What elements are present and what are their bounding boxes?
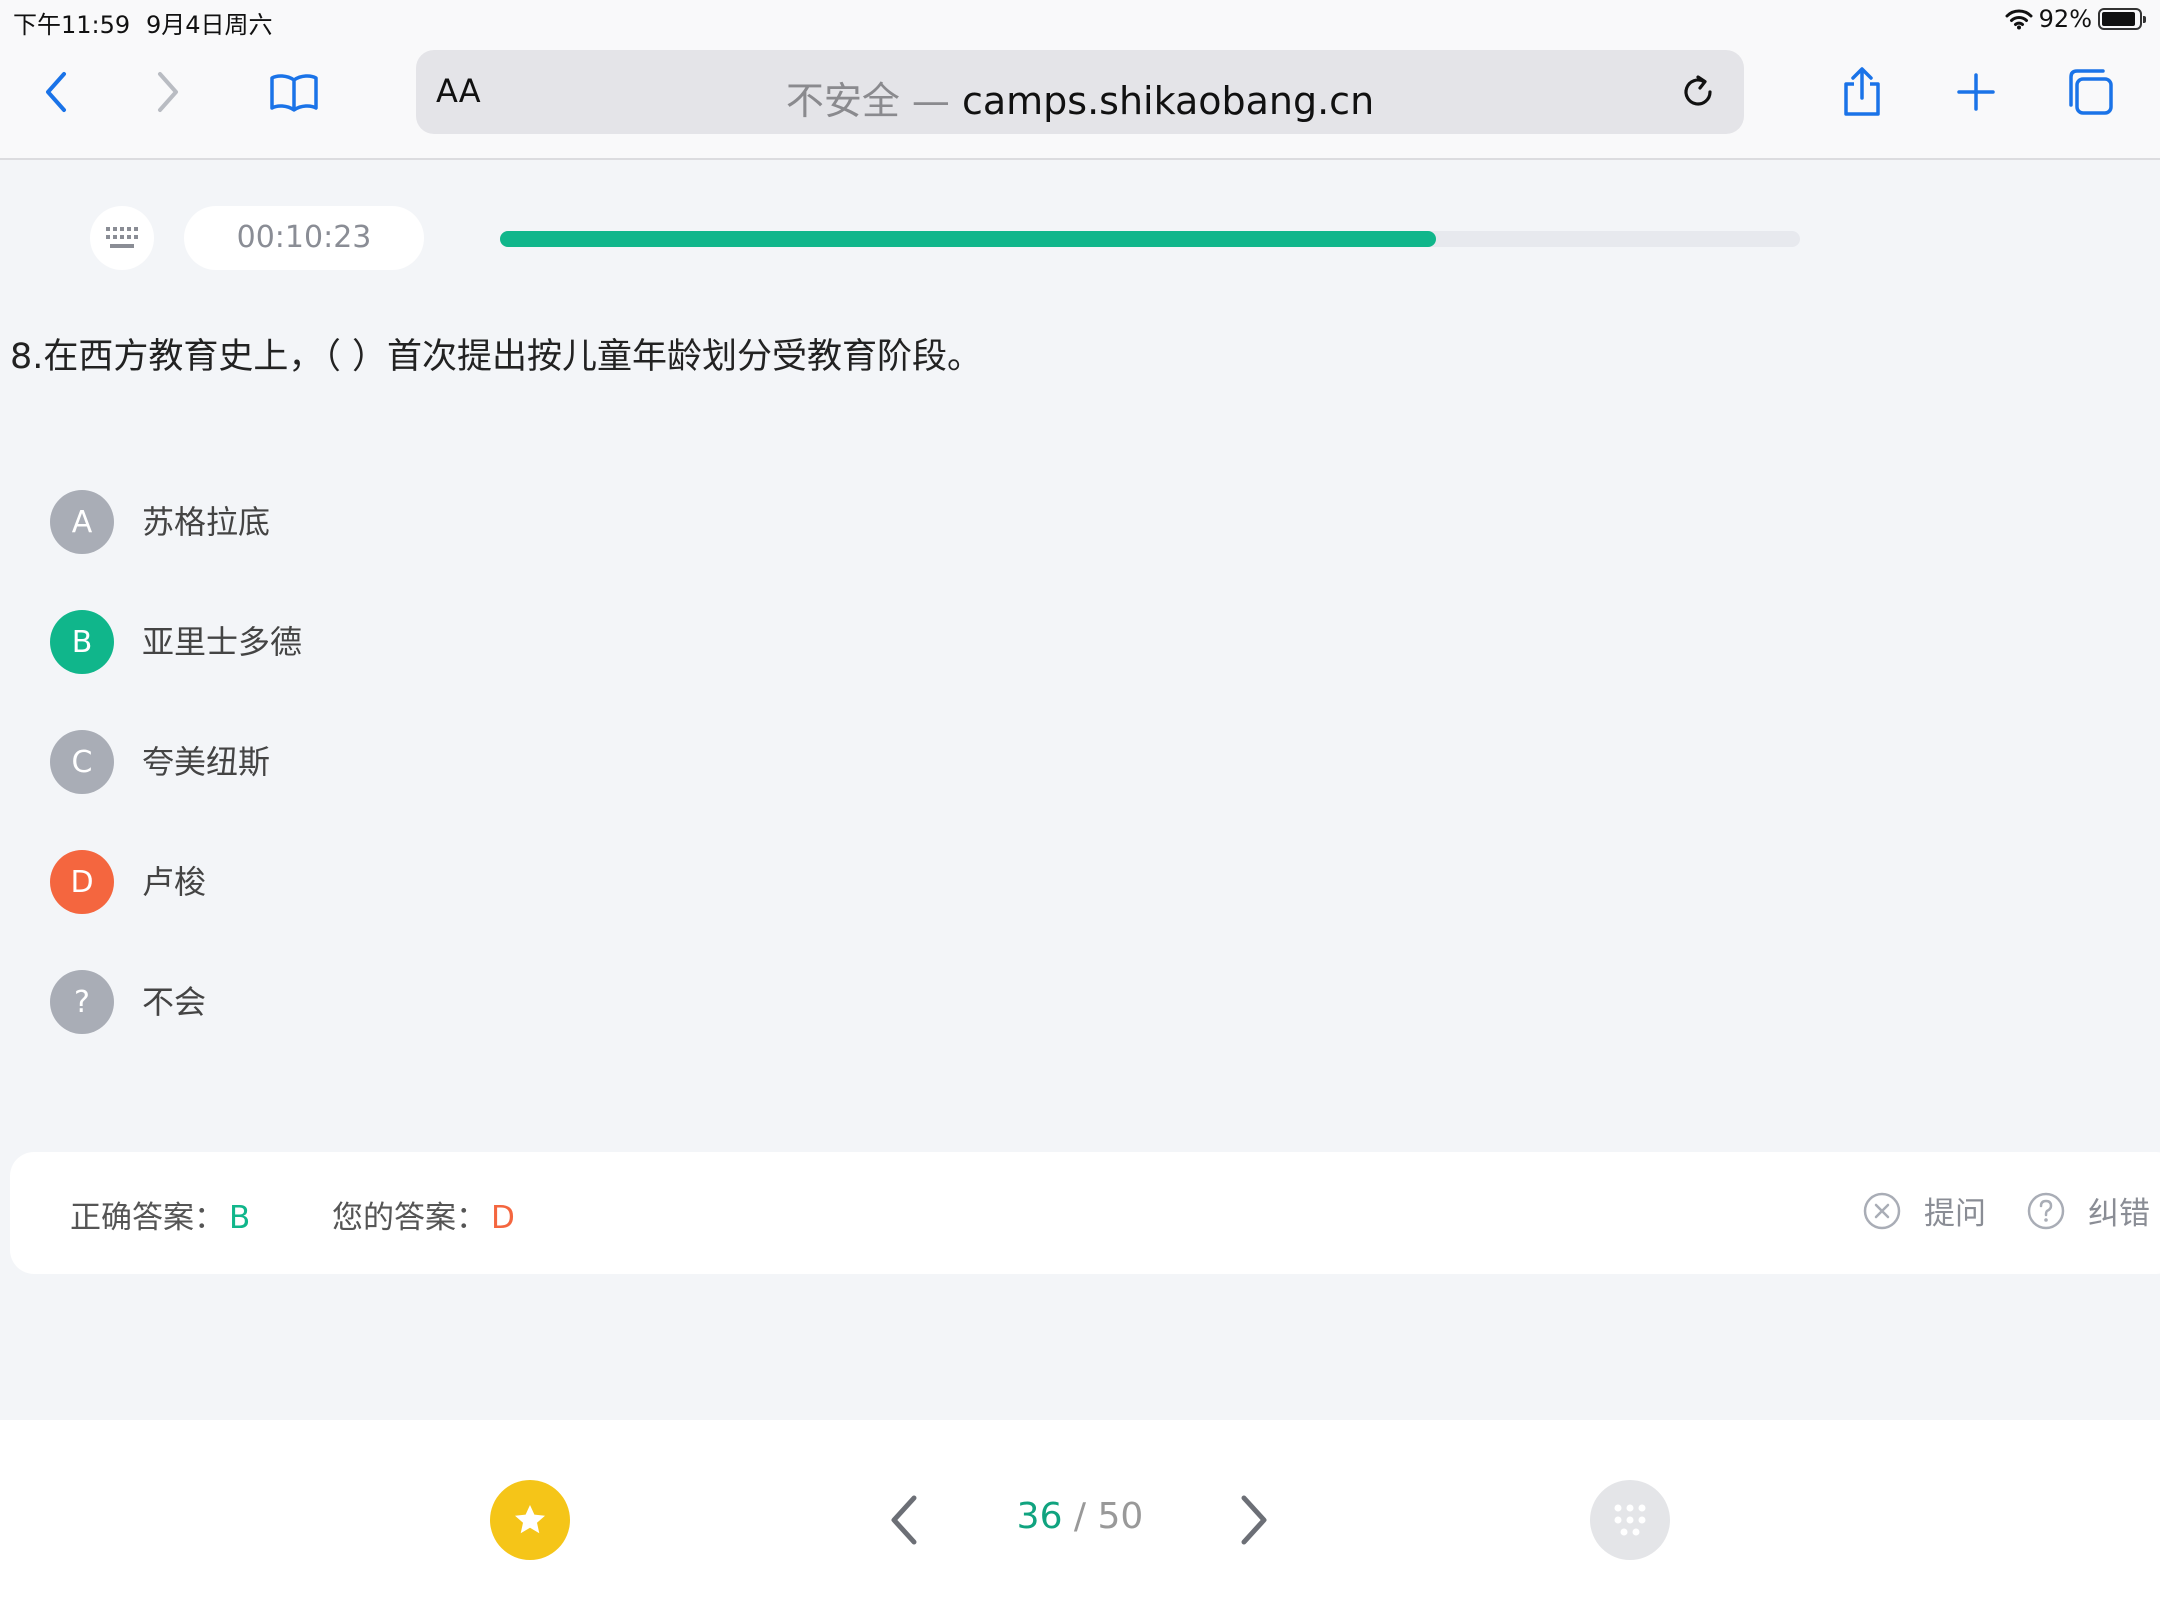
option-a[interactable]: A 苏格拉底 bbox=[50, 490, 302, 610]
current-question-number: 36 bbox=[1016, 1496, 1063, 1537]
url-insecure-label: 不安全 — bbox=[785, 79, 962, 123]
close-circle-icon[interactable] bbox=[1862, 1191, 1902, 1231]
option-letter-badge: B bbox=[50, 610, 114, 674]
status-time: 下午11:59 bbox=[13, 11, 131, 39]
option-text: 夸美纽斯 bbox=[142, 743, 271, 781]
chevron-left-icon bbox=[46, 72, 66, 112]
battery-level bbox=[2102, 12, 2135, 26]
option-letter-badge: A bbox=[50, 490, 114, 554]
plus-icon bbox=[1957, 73, 1995, 111]
chevron-right-icon bbox=[158, 72, 178, 112]
option-b[interactable]: B 亚里士多德 bbox=[50, 610, 302, 730]
progress-bar-fill bbox=[500, 231, 1436, 247]
option-text: 苏格拉底 bbox=[142, 503, 271, 541]
book-icon bbox=[270, 74, 318, 112]
question-text: 8.在西方教育史上，（ ）首次提出按儿童年龄划分受教育阶段。 bbox=[10, 337, 983, 377]
share-button[interactable] bbox=[1830, 60, 1894, 124]
battery-percent: 92% bbox=[2038, 5, 2092, 33]
answer-card: 正确答案： B 您的答案： D 提问 纠错 bbox=[10, 1152, 2160, 1274]
reload-icon[interactable] bbox=[1678, 72, 1718, 112]
report-error-button[interactable]: 纠错 bbox=[2088, 1188, 2150, 1233]
your-answer: 您的答案： D bbox=[332, 1192, 515, 1237]
share-icon bbox=[1844, 67, 1880, 116]
option-letter-badge: C bbox=[50, 730, 114, 794]
progress-track bbox=[500, 231, 1800, 247]
correct-answer-label: 正确答案： bbox=[70, 1200, 225, 1236]
help-circle-icon[interactable] bbox=[2026, 1191, 2066, 1231]
previous-question-button[interactable] bbox=[880, 1490, 930, 1550]
next-question-button[interactable] bbox=[1228, 1490, 1278, 1550]
browser-toolbar: AA 不安全 — camps.shikaobang.cn bbox=[0, 38, 2160, 160]
bookmarks-button[interactable] bbox=[262, 60, 326, 124]
question-pager: 36 / 50 bbox=[1000, 1496, 1160, 1537]
answer-actions: 提问 纠错 bbox=[1862, 1188, 2150, 1233]
forward-button[interactable] bbox=[136, 60, 200, 124]
your-answer-value: D bbox=[491, 1200, 515, 1236]
star-icon bbox=[515, 1505, 545, 1534]
option-c[interactable]: C 夸美纽斯 bbox=[50, 730, 302, 850]
tabs-icon bbox=[2069, 69, 2113, 115]
question-grid-button[interactable] bbox=[1590, 1480, 1670, 1560]
url-text[interactable]: 不安全 — camps.shikaobang.cn bbox=[416, 70, 1744, 125]
option-d[interactable]: D 卢梭 bbox=[50, 850, 302, 970]
option-letter-badge: ? bbox=[50, 970, 114, 1034]
correct-answer: 正确答案： B bbox=[70, 1192, 250, 1237]
bottom-nav-bar: 36 / 50 bbox=[0, 1420, 2160, 1620]
options-list: A 苏格拉底 B 亚里士多德 C 夸美纽斯 D 卢梭? 不会 bbox=[50, 490, 302, 1090]
back-button[interactable] bbox=[24, 60, 88, 124]
total-questions: 50 bbox=[1097, 1496, 1144, 1537]
answer-sheet-button[interactable] bbox=[90, 206, 154, 270]
status-indicators: 92% bbox=[2005, 5, 2146, 33]
wifi-icon bbox=[2005, 9, 2033, 30]
correct-answer-value: B bbox=[229, 1200, 251, 1236]
exam-timer: 00:10:23 bbox=[184, 206, 424, 270]
status-bar: 下午11:59 9月4日周六 92% bbox=[0, 0, 2160, 39]
option-letter-badge: D bbox=[50, 850, 114, 914]
pager-separator: / bbox=[1062, 1496, 1098, 1537]
ask-question-button[interactable]: 提问 bbox=[1924, 1188, 1986, 1233]
status-date: 9月4日周六 bbox=[146, 11, 273, 39]
address-bar[interactable]: AA 不安全 — camps.shikaobang.cn bbox=[416, 50, 1744, 134]
your-answer-label: 您的答案： bbox=[332, 1200, 487, 1236]
option-text: 卢梭 bbox=[142, 863, 207, 901]
dots-grid-icon bbox=[1614, 1504, 1646, 1536]
option-text: 不会 bbox=[142, 983, 207, 1021]
keyboard-icon bbox=[106, 227, 138, 248]
option-text: 亚里士多德 bbox=[142, 623, 303, 661]
option-unknown[interactable]: ? 不会 bbox=[50, 970, 302, 1090]
battery-icon bbox=[2098, 8, 2146, 30]
favorite-button[interactable] bbox=[490, 1480, 570, 1560]
new-tab-button[interactable] bbox=[1944, 60, 2008, 124]
tabs-button[interactable] bbox=[2058, 60, 2122, 124]
url-host: camps.shikaobang.cn bbox=[961, 79, 1375, 123]
